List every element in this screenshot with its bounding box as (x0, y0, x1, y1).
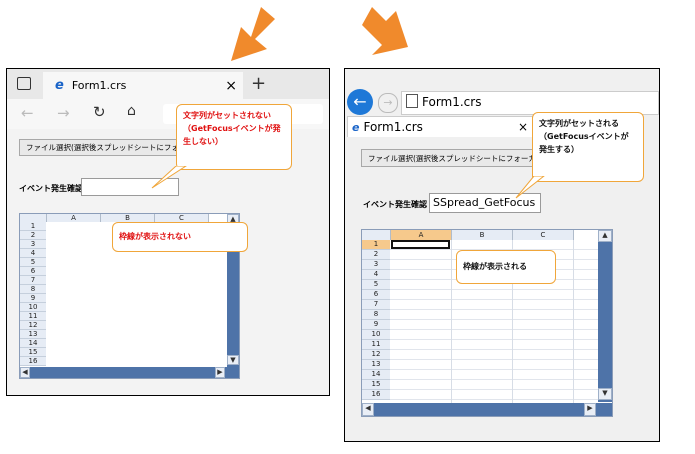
row-header[interactable]: 2 (20, 231, 46, 240)
row-header[interactable]: 15 (362, 380, 390, 390)
gridline (390, 399, 612, 400)
event-label: イベント発生確認 (363, 200, 427, 209)
row-header[interactable]: 7 (20, 276, 46, 285)
close-icon[interactable]: × (225, 78, 237, 94)
row-header[interactable]: 11 (362, 340, 390, 350)
row-header[interactable]: 7 (362, 300, 390, 310)
row-header[interactable]: 1 (362, 240, 390, 250)
ie-icon: e (352, 120, 360, 134)
row-header[interactable]: 11 (20, 312, 46, 321)
event-label: イベント発生確認 (19, 184, 83, 193)
right-tab-title: Form1.crs (363, 120, 423, 134)
column-header-b[interactable]: B (452, 230, 513, 240)
new-tab-icon[interactable]: + (251, 73, 266, 94)
gridline (390, 359, 612, 360)
row-header[interactable]: 2 (362, 250, 390, 260)
row-header[interactable]: 14 (20, 339, 46, 348)
scroll-left-icon[interactable]: ◀ (362, 403, 374, 416)
row-header[interactable]: 5 (20, 258, 46, 267)
left-tab-title: Form1.crs (71, 79, 127, 92)
vertical-scrollbar[interactable] (598, 230, 612, 402)
corner-cell[interactable] (362, 230, 391, 240)
row-header[interactable]: 15 (20, 348, 46, 357)
row-header[interactable]: 13 (362, 360, 390, 370)
file-select-button[interactable]: ファイル選択(選択後スプレッドシートにフォーカス) (361, 149, 533, 167)
scroll-down-icon[interactable]: ▼ (598, 388, 612, 400)
gridline (390, 329, 612, 330)
row-header[interactable]: 6 (20, 267, 46, 276)
row-header[interactable]: 8 (362, 310, 390, 320)
row-header[interactable]: 3 (20, 240, 46, 249)
gridline (390, 299, 612, 300)
gridline (390, 319, 612, 320)
gridline (390, 379, 612, 380)
right-callout-grid: 枠線が表示される (456, 250, 556, 284)
row-header[interactable]: 14 (362, 370, 390, 380)
column-header-a[interactable]: A (391, 230, 452, 240)
row-header[interactable]: 16 (20, 357, 46, 366)
page-icon (406, 94, 418, 108)
scroll-right-icon[interactable]: ▶ (584, 403, 596, 416)
row-header[interactable]: 3 (362, 260, 390, 270)
gridline (390, 349, 612, 350)
close-icon[interactable]: × (518, 120, 528, 134)
row-header[interactable]: 9 (20, 294, 46, 303)
row-header[interactable]: 5 (362, 280, 390, 290)
address-title: Form1.crs (422, 95, 482, 109)
gridline (390, 369, 612, 370)
scroll-down-icon[interactable]: ▼ (227, 355, 239, 365)
forward-button[interactable]: → (378, 93, 398, 113)
right-tab[interactable]: e Form1.crs × (347, 116, 533, 138)
row-header[interactable]: 13 (20, 330, 46, 339)
row-header[interactable]: 12 (20, 321, 46, 330)
column-header-a[interactable]: A (47, 214, 101, 222)
row-header[interactable]: 10 (20, 303, 46, 312)
row-header[interactable]: 8 (20, 285, 46, 294)
forward-arrow-icon[interactable]: → (57, 104, 70, 122)
row-header[interactable]: 9 (362, 320, 390, 330)
row-header[interactable]: 4 (20, 249, 46, 258)
gridline (451, 240, 452, 416)
scroll-left-icon[interactable]: ◀ (20, 367, 30, 378)
row-header[interactable]: 6 (362, 290, 390, 300)
file-select-button[interactable]: ファイル選択(選択後スプレッドシートにフォーカス) (19, 139, 184, 156)
left-tab-strip: e Form1.crs × + (7, 69, 329, 99)
orange-arrow-right (362, 7, 408, 55)
horizontal-scrollbar[interactable] (362, 403, 612, 416)
home-icon[interactable]: ⌂ (127, 103, 136, 119)
gridline (390, 389, 612, 390)
callout-pointer (515, 176, 545, 199)
right-callout-top: 文字列がセットされる （GetFocusイベントが 発生する） (532, 112, 644, 182)
column-header-c[interactable]: C (513, 230, 574, 240)
back-button[interactable]: ← (347, 89, 373, 115)
row-header[interactable]: 4 (362, 270, 390, 280)
gridline (390, 289, 612, 290)
column-header-b[interactable]: B (101, 214, 155, 222)
back-arrow-icon[interactable]: ← (21, 104, 34, 122)
corner-cell[interactable] (20, 214, 47, 222)
callout-pointer (151, 166, 187, 189)
active-cell-a1[interactable] (391, 240, 450, 249)
row-header[interactable]: 12 (362, 350, 390, 360)
window-icon[interactable] (17, 77, 31, 90)
column-header-c[interactable]: C (155, 214, 209, 222)
gridline (390, 309, 612, 310)
scroll-up-icon[interactable]: ▲ (598, 230, 612, 242)
left-callout-top: 文字列がセットされない （GetFocusイベントが発 生しない） (176, 104, 292, 170)
gridline (573, 240, 574, 416)
scroll-right-icon[interactable]: ▶ (215, 367, 225, 378)
gridline (390, 339, 612, 340)
orange-arrow-left (231, 7, 275, 61)
row-header[interactable]: 16 (362, 390, 390, 400)
left-tab[interactable]: e Form1.crs × (43, 72, 243, 99)
edge-icon: e (55, 78, 64, 93)
row-header[interactable]: 10 (362, 330, 390, 340)
left-callout-grid: 枠線が表示されない (112, 222, 248, 252)
refresh-icon[interactable]: ↻ (93, 103, 106, 121)
horizontal-scrollbar[interactable] (20, 367, 239, 378)
row-header[interactable]: 1 (20, 222, 46, 231)
